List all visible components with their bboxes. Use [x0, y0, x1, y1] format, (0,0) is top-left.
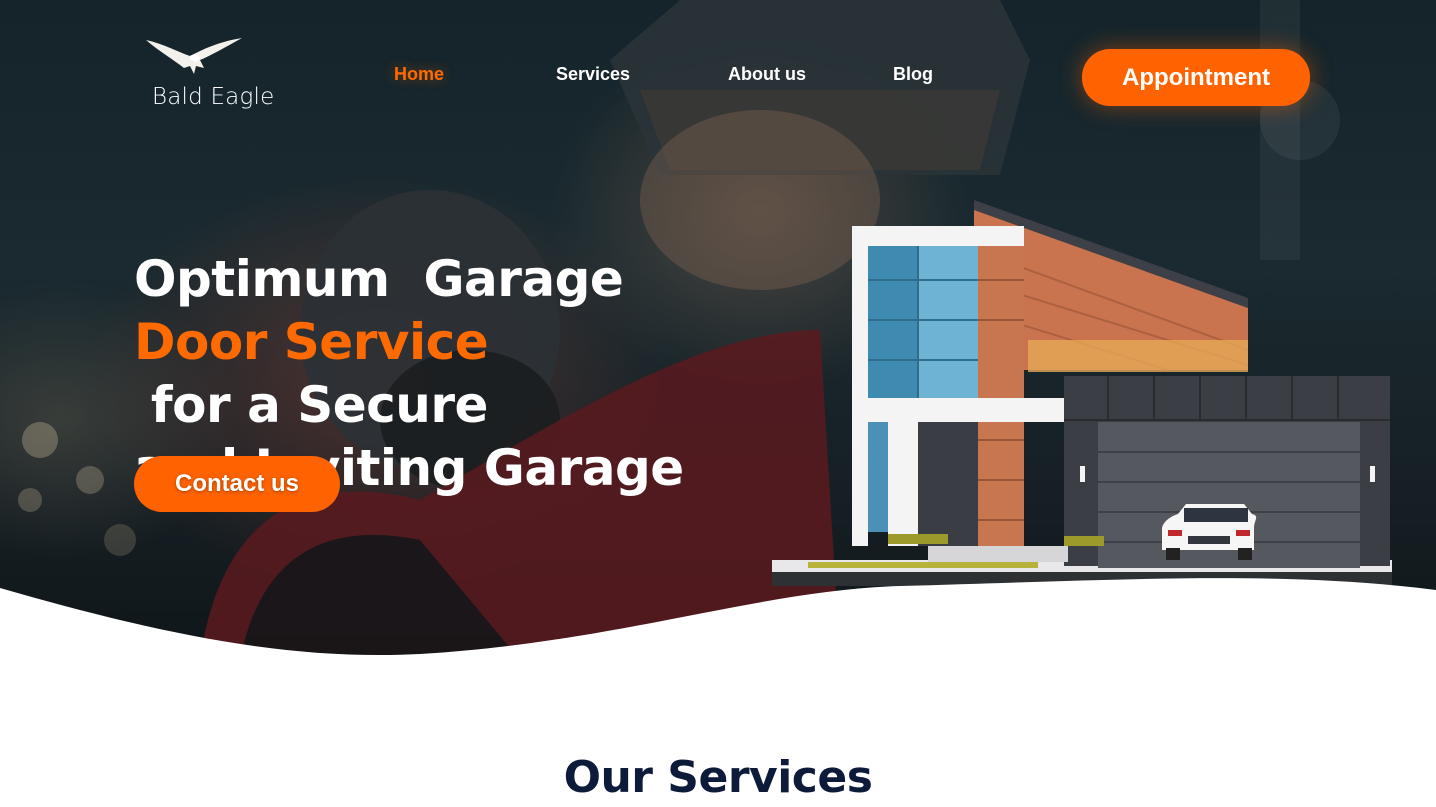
headline-line-1: Optimum Garage — [134, 250, 624, 308]
nav-blog[interactable]: Blog — [893, 64, 933, 85]
headline-line-2-rest: for a Secure — [134, 376, 489, 434]
brand-logo[interactable]: Bald Eagle — [140, 28, 274, 118]
nav-about-us[interactable]: About us — [728, 64, 806, 85]
brand-name: Bald Eagle — [152, 84, 275, 110]
services-section-title: Our Services — [563, 752, 873, 803]
nav-home[interactable]: Home — [394, 64, 444, 85]
hero-section: Bald Eagle Home Services About us Blog A… — [0, 0, 1436, 660]
house-illustration — [772, 200, 1392, 586]
headline-accent: Door Service — [134, 313, 489, 371]
hero-wave-divider — [0, 578, 1436, 660]
contact-us-button[interactable]: Contact us — [134, 456, 340, 512]
eagle-icon — [146, 38, 242, 74]
appointment-button[interactable]: Appointment — [1082, 49, 1310, 106]
nav-services[interactable]: Services — [556, 64, 630, 85]
